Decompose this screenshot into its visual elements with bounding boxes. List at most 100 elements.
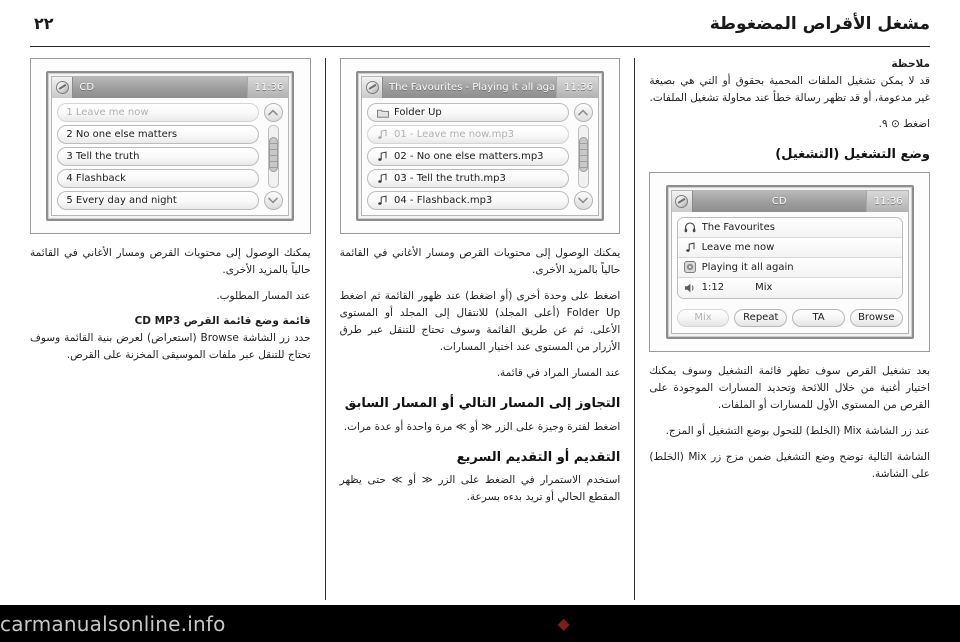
scroll-thumb[interactable]: [268, 136, 278, 173]
screen2-title: The Favourites - Playing it all again: [389, 82, 557, 93]
screen3-body: 1 Leave me now 2 No one else matters 3 T…: [52, 98, 289, 215]
list-item-label: 2 No one else matters: [66, 129, 178, 140]
note-reference: اضغط ⊙ ٩.: [878, 118, 930, 130]
list-item[interactable]: 04 - Flashback.mp3: [367, 191, 569, 210]
screen1-title: CD: [771, 195, 787, 207]
cd-player-screen-2[interactable]: The Favourites - Playing it all again 11…: [356, 71, 604, 221]
list-item-label: Leave me now: [701, 241, 775, 253]
ta-button[interactable]: TA: [792, 308, 845, 327]
column-divider-1: [634, 58, 636, 600]
list-item[interactable]: 4 Flashback: [57, 169, 260, 188]
middle-paragraph-2: اضغط على وحدة أخرى (أو اضغط) عند ظهور ال…: [339, 290, 621, 353]
figure1-caption: بعد تشغيل القرص سوف تظهر قائمة التشغيل و…: [649, 364, 930, 411]
page-header: مشغل الأقراص المضغوطة ٢٢: [30, 14, 930, 44]
screen3-clock: 11:36: [254, 82, 284, 93]
screen2-scrollbar[interactable]: [573, 103, 593, 210]
browse-button[interactable]: Browse: [849, 308, 903, 327]
column-middle: The Favourites - Playing it all again 11…: [339, 58, 621, 600]
knob-icon: [671, 190, 693, 212]
list-item[interactable]: 1:12 Mix: [677, 277, 902, 298]
knob-icon: [52, 77, 74, 98]
page-number: ٢٢: [34, 14, 54, 33]
list-item[interactable]: 01 - Leave me now.mp3: [367, 125, 569, 144]
screen2-clock: 11:36: [564, 82, 593, 93]
watermark-text: carmanualsonline.info: [0, 611, 226, 636]
cd-player-screen-3[interactable]: CD 11:36 1 Leave me now 2 No one else ma…: [46, 71, 295, 221]
scroll-track[interactable]: [577, 125, 589, 188]
section-skip-heading: التجاوز إلى المسار التالي أو المسار السا…: [344, 396, 621, 411]
mix-paragraph-2: الشاشة التالية توضح وضع التشغيل ضمن مزج …: [649, 450, 930, 480]
list-item[interactable]: 2 No one else matters: [57, 125, 260, 144]
headphones-icon: [684, 221, 697, 234]
screen3-title: CD: [79, 82, 95, 93]
right-paragraph-2: عند المسار المطلوب.: [216, 290, 311, 302]
mp3-text: حدد زر الشاشة Browse (استعراض) لعرض بنية…: [30, 332, 311, 361]
screen2-inner: The Favourites - Playing it all again 11…: [361, 76, 599, 216]
list-item[interactable]: Playing it all again: [677, 257, 902, 278]
note-icon: [376, 194, 389, 207]
list-item[interactable]: 1 Leave me now: [57, 103, 260, 122]
screen3-clock-area: 11:36: [246, 77, 289, 98]
figure-screen1: CD 11:36 The Favourites Leave me now Pla…: [649, 171, 930, 352]
list-item[interactable]: 3 Tell the truth: [57, 147, 260, 166]
middle-paragraph-3: عند المسار المراد في قائمة.: [496, 367, 621, 379]
column-left: CD 11:36 1 Leave me now 2 No one else ma…: [30, 58, 311, 600]
mix-button[interactable]: Mix: [676, 308, 730, 327]
screen3-inner: CD 11:36 1 Leave me now 2 No one else ma…: [51, 76, 290, 216]
folder-icon: [376, 106, 389, 119]
list-item[interactable]: The Favourites: [677, 217, 902, 238]
list-item-label: The Favourites: [701, 221, 775, 233]
column-container: ملاحظة قد لا يمكن تشغيل الملفات المحمية …: [30, 58, 930, 600]
list-item-label: 04 - Flashback.mp3: [394, 195, 493, 206]
list-item-label: 5 Every day and night: [66, 195, 177, 206]
list-item-label: 02 - No one else matters.mp3: [394, 151, 544, 162]
list-item-folder-up[interactable]: Folder Up: [367, 103, 569, 122]
figure-screen3: CD 11:36 1 Leave me now 2 No one else ma…: [30, 58, 311, 234]
list-item[interactable]: Leave me now: [677, 237, 902, 258]
chevron-down-icon[interactable]: [263, 191, 283, 210]
list-item-label: 03 - Tell the truth.mp3: [394, 173, 506, 184]
chevron-down-icon[interactable]: [573, 191, 593, 210]
chevron-up-icon[interactable]: [573, 103, 593, 122]
column-right: ملاحظة قد لا يمكن تشغيل الملفات المحمية …: [649, 58, 930, 600]
chevron-up-icon[interactable]: [263, 103, 283, 122]
right-paragraph-1: يمكنك الوصول إلى محتويات القرص ومسار الأ…: [30, 247, 311, 276]
column-divider-2: [324, 58, 326, 600]
list-item[interactable]: 5 Every day and night: [57, 191, 260, 210]
track-time: 1:12: [701, 282, 725, 294]
note-icon: [376, 172, 389, 185]
screen1-clock: 11:36: [873, 195, 903, 207]
screen3-scrollbar[interactable]: [263, 103, 283, 210]
screen1-inner: CD 11:36 The Favourites Leave me now Pla…: [670, 189, 909, 334]
scroll-track[interactable]: [267, 125, 279, 188]
list-item-label: 01 - Leave me now.mp3: [394, 129, 515, 140]
cd-player-screen-1[interactable]: CD 11:36 The Favourites Leave me now Pla…: [665, 184, 914, 339]
list-item[interactable]: 03 - Tell the truth.mp3: [367, 169, 569, 188]
manual-page: مشغل الأقراص المضغوطة ٢٢ ملاحظة قد لا يم…: [0, 0, 960, 642]
repeat-button[interactable]: Repeat: [734, 308, 788, 327]
list-item-label: 1 Leave me now: [66, 107, 149, 118]
screen3-list: 1 Leave me now 2 No one else matters 3 T…: [57, 103, 260, 210]
list-item[interactable]: 02 - No one else matters.mp3: [367, 147, 569, 166]
screen2-list: Folder Up 01 - Leave me now.mp3 02 - No …: [367, 103, 569, 210]
screen3-titlebar: CD 11:36: [52, 77, 289, 98]
middle-paragraph-1: يمكنك الوصول إلى محتويات القرص ومسار الأ…: [339, 247, 621, 276]
header-divider: [30, 46, 930, 47]
scroll-thumb[interactable]: [578, 136, 588, 173]
screen1-clock-area: 11:36: [865, 190, 908, 212]
list-item-label: Playing it all again: [701, 261, 794, 273]
figure-screen2: The Favourites - Playing it all again 11…: [339, 58, 621, 234]
section-fastforward-heading: التقديم أو التقديم السريع: [456, 449, 621, 465]
screen1-info-box: The Favourites Leave me now Playing it a…: [676, 216, 903, 299]
logo-mark: ◆: [557, 614, 570, 633]
screen2-clock-area: 11:36: [556, 77, 598, 98]
disc-icon: [684, 261, 697, 274]
note-label: ملاحظة: [891, 58, 930, 70]
knob-icon: [362, 77, 383, 98]
screen1-titlebar: CD 11:36: [671, 190, 908, 212]
screen2-titlebar: The Favourites - Playing it all again 11…: [362, 77, 598, 98]
note-icon: [684, 241, 697, 254]
skip-text: اضغط لفترة وجيزة على الزر ≪ أو ≫ مرة واح…: [343, 420, 621, 433]
footer-watermark-bar: ◆ carmanualsonline.info: [0, 605, 960, 642]
note-icon: [376, 128, 389, 141]
